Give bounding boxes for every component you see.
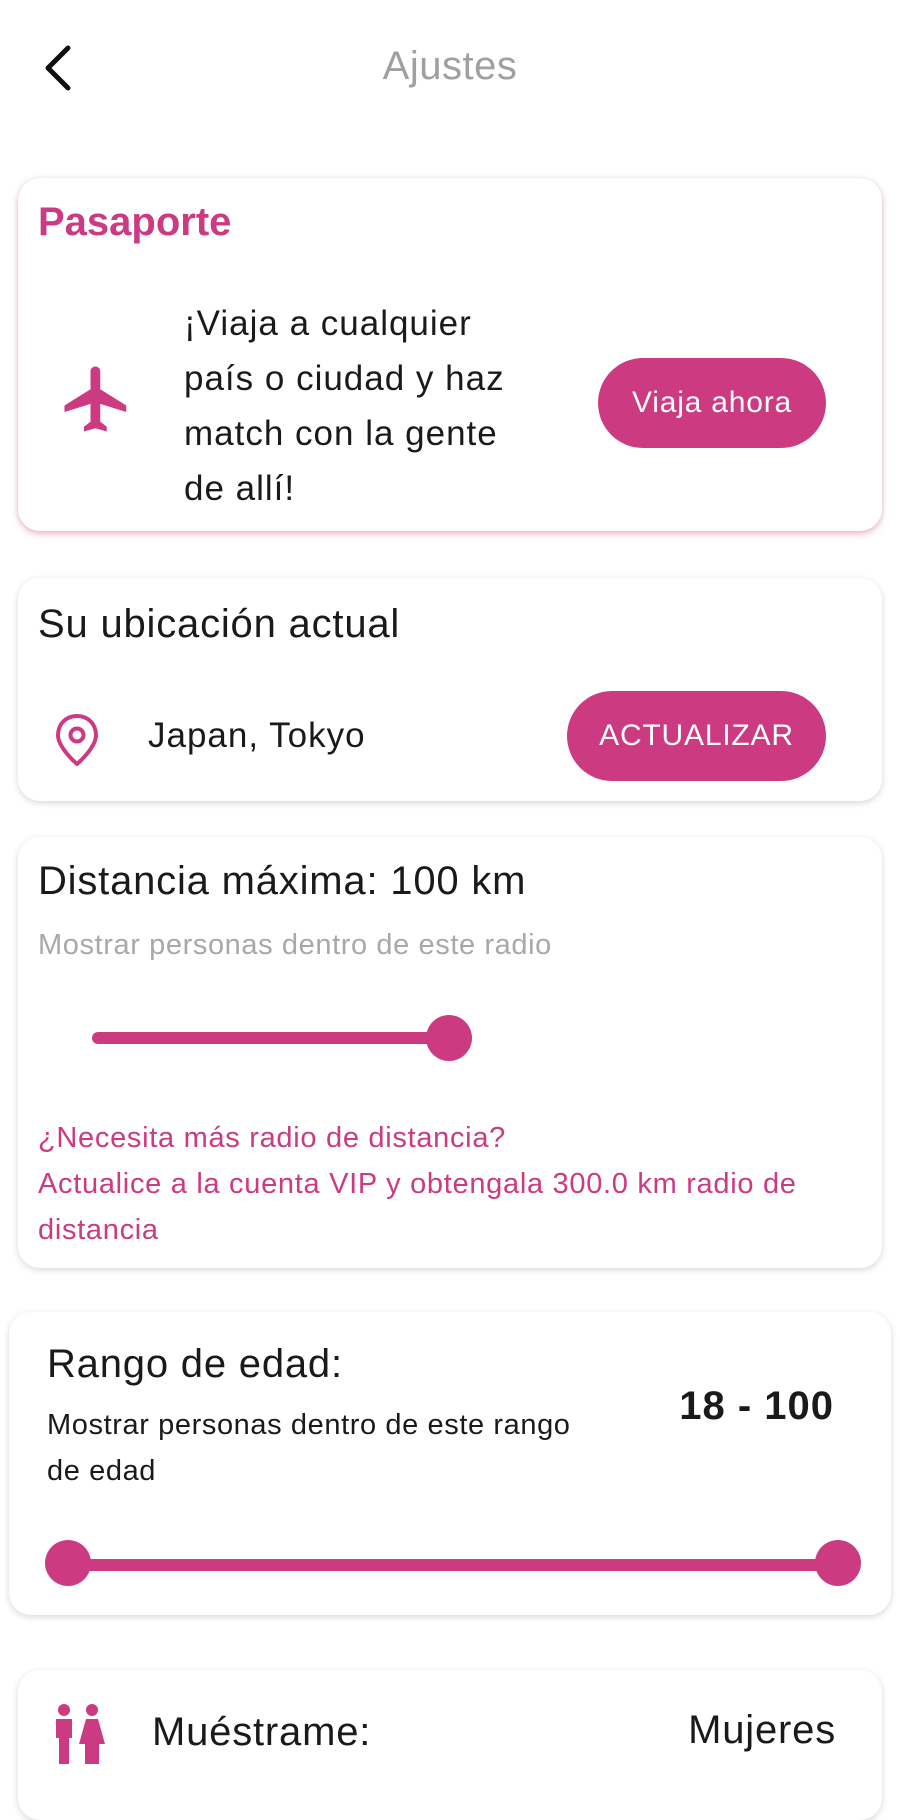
passport-description: ¡Viaja a cualquier país o ciudad y haz m… [184, 304, 505, 508]
show-me-card[interactable]: Muéstrame: Mujeres [18, 1670, 882, 1820]
vip-upgrade-note: ¿Necesita más radio de distancia? Actuali… [38, 1115, 878, 1253]
location-card: Su ubicación actual Japan, Tokyo ACTUALI… [18, 578, 882, 801]
distance-slider[interactable] [72, 1011, 492, 1061]
current-location-value: Japan, Tokyo [148, 716, 366, 755]
show-me-label: Muéstrame: [152, 1710, 372, 1754]
location-pin-icon [56, 714, 98, 766]
vip-note-line: Actualice a la cuenta VIP y obtengala 30… [38, 1168, 797, 1246]
age-range-slider[interactable] [45, 1538, 861, 1588]
age-slider-track [65, 1559, 837, 1571]
travel-now-button[interactable]: Viaja ahora [598, 358, 826, 448]
top-bar: Ajustes [0, 0, 900, 140]
age-range-value: 18 - 100 [679, 1384, 834, 1428]
age-slider-min-thumb[interactable] [45, 1540, 91, 1586]
distance-slider-track [92, 1032, 448, 1044]
distance-title: Distancia máxima: 100 km [38, 859, 527, 903]
age-range-title: Rango de edad: [47, 1342, 343, 1386]
age-range-card: Rango de edad: Mostrar personas dentro d… [9, 1312, 891, 1615]
distance-slider-thumb[interactable] [426, 1015, 472, 1061]
location-title: Su ubicación actual [38, 602, 401, 646]
age-slider-max-thumb[interactable] [815, 1540, 861, 1586]
airplane-icon [64, 366, 127, 432]
distance-card: Distancia máxima: 100 km Mostrar persona… [18, 837, 882, 1268]
people-icon [56, 1704, 105, 1764]
distance-subtitle: Mostrar personas dentro de este radio [38, 929, 552, 961]
age-range-subtitle: Mostrar personas dentro de este rango de… [47, 1409, 571, 1487]
page-title: Ajustes [382, 44, 518, 88]
passport-card: Pasaporte ¡Viaja a cualquier país o ciud… [18, 178, 882, 531]
vip-note-line: ¿Necesita más radio de distancia? [38, 1122, 506, 1154]
passport-title: Pasaporte [38, 200, 232, 244]
show-me-value[interactable]: Mujeres [688, 1708, 836, 1753]
update-location-button[interactable]: ACTUALIZAR [567, 691, 826, 781]
